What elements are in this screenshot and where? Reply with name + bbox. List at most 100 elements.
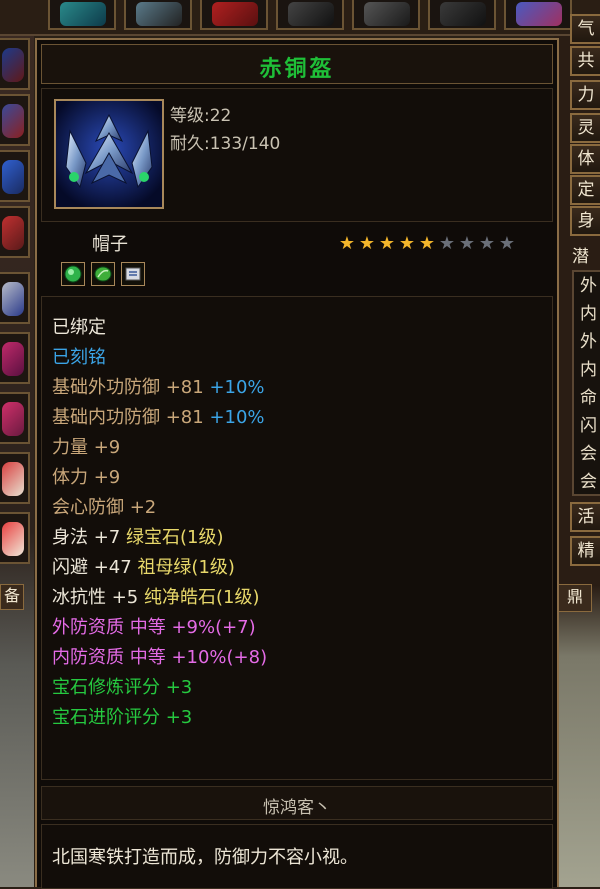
socket-3[interactable] [121, 262, 145, 286]
item-tooltip: 赤铜盔 等级:22 耐久:133/140 帽子 ★ ★ ★ ★ ★ ★ ★ ★ … [35, 38, 559, 889]
stats-list: 已绑定已刻铭基础外功防御 +81 +10% 基础内功防御 +81 +10% 力量 +… [41, 296, 553, 780]
stat-text: 外防资质 中等 +9%(+7) [52, 617, 256, 638]
stat-ext-quality: 外防资质 中等 +9%(+7) [52, 613, 256, 639]
equip-icon [2, 402, 24, 436]
equip-icon [2, 216, 24, 250]
socket-2[interactable] [91, 262, 115, 286]
right-attr-2: 内 [580, 304, 597, 324]
left-slot-4[interactable] [0, 206, 30, 258]
top-slot-5[interactable] [352, 0, 420, 30]
right-tab-3[interactable]: 力 [570, 80, 600, 110]
left-slot-8[interactable] [0, 452, 30, 504]
right-attr-7: 会 [580, 444, 597, 464]
equip-icon [136, 2, 182, 26]
item-description: 北国寒铁打造而成，防御力不容小视。 [52, 847, 358, 868]
right-tab-1[interactable]: 气 [570, 14, 600, 44]
item-durability: 耐久:133/140 [170, 129, 280, 154]
stat-gem-advance: 宝石进阶评分 +3 [52, 703, 192, 729]
star-empty-icon: ★ [498, 233, 516, 254]
top-slot-7[interactable] [504, 0, 572, 30]
maker-name: 惊鸿客丶 [263, 798, 331, 818]
right-tab-2[interactable]: 共 [570, 46, 600, 76]
stat-text: 内防资质 中等 +10%(+8) [52, 647, 268, 668]
star-rating: ★ ★ ★ ★ ★ ★ ★ ★ ★ [337, 234, 517, 253]
equip-icon [212, 2, 258, 26]
scroll-icon [125, 267, 141, 281]
left-slot-5[interactable] [0, 272, 30, 324]
right-attr-3: 外 [580, 332, 597, 352]
stat-text: 力量 +9 [52, 437, 121, 458]
stat-base-ext-def: 基础外功防御 +81 +10% [52, 373, 265, 399]
left-slot-7[interactable] [0, 392, 30, 444]
left-side-tab[interactable]: 备 [0, 584, 24, 610]
right-attribute-list: 外 内 外 内 命 闪 会 会 [572, 270, 600, 496]
equip-icon [288, 2, 334, 26]
green-gem-icon [64, 265, 82, 283]
left-slot-1[interactable] [0, 38, 30, 90]
equip-icon [2, 342, 24, 376]
stat-text: 已绑定 [52, 317, 106, 338]
right-attr-8: 会 [580, 472, 597, 492]
equip-icon [2, 160, 24, 194]
equip-icon [2, 522, 24, 556]
stat-stamina: 体力 +9 [52, 463, 120, 489]
stat-dodge: 闪避 +47 祖母绿(1级) [52, 553, 235, 579]
stat-int-quality: 内防资质 中等 +10%(+8) [52, 643, 267, 669]
socket-1[interactable] [61, 262, 85, 286]
stat-engraved: 已刻铭 [52, 343, 106, 369]
helmet-icon-art [56, 101, 162, 207]
top-equipment-bar [0, 0, 600, 36]
stat-strength: 力量 +9 [52, 433, 120, 459]
right-tab-5[interactable]: 体 [570, 144, 600, 174]
equip-icon [2, 48, 24, 82]
stat-bound: 已绑定 [52, 313, 106, 339]
right-tab-lower-2[interactable]: 精 [570, 536, 600, 566]
right-tab-6[interactable]: 定 [570, 175, 600, 205]
right-tab-7[interactable]: 身 [570, 206, 600, 236]
left-slot-9[interactable] [0, 512, 30, 564]
durability-value: 133/140 [209, 134, 281, 154]
stat-text: 已刻铭 [52, 347, 106, 368]
stat-text: 冰抗性 +5 [52, 587, 144, 608]
equip-icon [364, 2, 410, 26]
right-attr-5: 命 [580, 388, 597, 408]
durability-label: 耐久: [170, 134, 210, 154]
stat-text: 身法 +7 [52, 527, 126, 548]
top-slot-4[interactable] [276, 0, 344, 30]
top-slot-3[interactable] [200, 0, 268, 30]
helmet-icon [54, 99, 164, 209]
stat-text: 体力 +9 [52, 467, 121, 488]
star-empty-icon: ★ [438, 233, 456, 254]
stat-text: 基础内功防御 +81 [52, 407, 210, 428]
star-empty-icon: ★ [458, 233, 476, 254]
left-slot-3[interactable] [0, 150, 30, 202]
top-slot-1[interactable] [48, 0, 116, 30]
stat-text: +10% [209, 407, 265, 428]
star-filled-icon: ★ [378, 233, 396, 254]
left-slot-2[interactable] [0, 94, 30, 146]
star-empty-icon: ★ [478, 233, 496, 254]
right-tab-lower-1[interactable]: 活 [570, 502, 600, 532]
right-attr-1: 外 [580, 276, 597, 296]
stat-text: 纯净皓石(1级) [143, 587, 260, 608]
stat-text: 宝石进阶评分 +3 [52, 707, 193, 728]
stat-text: 绿宝石(1级) [125, 527, 224, 548]
left-slot-6[interactable] [0, 332, 30, 384]
maker-bar: 惊鸿客丶 [41, 786, 553, 820]
right-side-tab[interactable]: 鼎 [558, 584, 592, 612]
stat-text: 闪避 +47 [52, 557, 138, 578]
right-section-label: 潜 [572, 247, 589, 267]
level-value: 22 [209, 106, 232, 126]
item-header: 等级:22 耐久:133/140 [41, 88, 553, 222]
right-tab-4[interactable]: 灵 [570, 113, 600, 143]
stat-text: +10% [209, 377, 265, 398]
star-filled-icon: ★ [398, 233, 416, 254]
top-slot-6[interactable] [428, 0, 496, 30]
stat-text: 祖母绿(1级) [137, 557, 235, 578]
stat-ice-res: 冰抗性 +5 纯净皓石(1级) [52, 583, 259, 609]
equip-icon [2, 104, 24, 138]
star-filled-icon: ★ [338, 233, 356, 254]
green-leaf-gem-icon [94, 266, 112, 282]
item-name: 赤铜盔 [259, 56, 335, 82]
top-slot-2[interactable] [124, 0, 192, 30]
